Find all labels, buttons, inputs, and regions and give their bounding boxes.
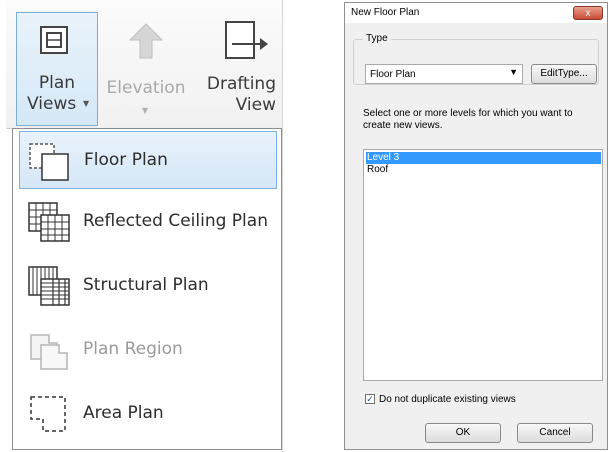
menu-item-area-plan[interactable]: Area Plan — [19, 385, 277, 443]
plan-views-icon — [40, 26, 68, 54]
menu-item-structural-plan[interactable]: Structural Plan — [19, 257, 277, 315]
elevation-icon — [128, 23, 164, 59]
plan-region-icon — [30, 334, 68, 370]
elevation-button[interactable]: Elevation ▼ — [106, 14, 186, 126]
dialog-titlebar[interactable]: New Floor Plan x — [345, 3, 607, 23]
chevron-down-icon: ▼ — [83, 99, 90, 108]
menu-item-label: Reflected Ceiling Plan — [83, 211, 268, 231]
drafting-view-label-line1: Drafting — [206, 74, 276, 94]
close-icon: x — [585, 8, 591, 19]
close-button[interactable]: x — [573, 6, 603, 20]
type-select[interactable]: Floor Plan ▼ — [365, 64, 523, 84]
area-plan-icon — [30, 396, 66, 432]
plan-views-label-line1: Plan — [38, 73, 76, 93]
menu-item-floor-plan[interactable]: Floor Plan — [19, 131, 277, 189]
instructions-text: Select one or more levels for which you … — [363, 108, 573, 131]
plan-views-dropdown-menu: Floor Plan Reflected Ceiling Plan Struct… — [12, 128, 282, 450]
chevron-down-icon: ▼ — [142, 106, 149, 115]
structural-plan-icon — [28, 266, 70, 306]
type-select-value: Floor Plan — [370, 69, 416, 80]
menu-item-reflected-ceiling-plan[interactable]: Reflected Ceiling Plan — [19, 193, 277, 251]
menu-item-label: Structural Plan — [83, 275, 209, 295]
chevron-down-icon: ▼ — [509, 67, 518, 77]
cancel-button[interactable]: Cancel — [517, 423, 593, 443]
floor-plan-icon — [29, 143, 69, 181]
drafting-view-icon — [225, 21, 268, 59]
plan-views-button[interactable]: Plan Views ▼ — [16, 12, 98, 126]
drafting-view-label: Drafting View — [207, 74, 276, 116]
menu-item-label: Floor Plan — [84, 150, 168, 170]
do-not-duplicate-checkbox[interactable]: ✓ — [365, 394, 375, 404]
dialog-title: New Floor Plan — [351, 7, 420, 18]
menu-item-plan-region[interactable]: Plan Region — [19, 321, 277, 379]
drafting-view-button[interactable]: Drafting View — [202, 14, 280, 126]
edit-type-button[interactable]: EditType... — [531, 64, 597, 84]
elevation-label: Elevation — [106, 78, 186, 98]
checkmark-icon: ✓ — [366, 394, 374, 404]
ribbon-panel: Plan Views ▼ Elevation ▼ Drafting View F… — [6, 0, 283, 452]
do-not-duplicate-label[interactable]: Do not duplicate existing views — [379, 394, 516, 405]
menu-item-label: Area Plan — [83, 403, 164, 423]
ok-button[interactable]: OK — [425, 423, 501, 443]
levels-listbox[interactable]: Level 3 Roof — [363, 149, 603, 381]
list-item-roof[interactable]: Roof — [366, 164, 601, 176]
type-group-label: Type — [363, 33, 391, 44]
drafting-view-label-line2: View — [235, 95, 276, 115]
new-floor-plan-dialog: New Floor Plan x Type Floor Plan ▼ EditT… — [344, 2, 608, 450]
list-item-level-3[interactable]: Level 3 — [366, 152, 601, 164]
menu-item-label: Plan Region — [83, 339, 183, 359]
reflected-ceiling-plan-icon — [28, 202, 70, 242]
